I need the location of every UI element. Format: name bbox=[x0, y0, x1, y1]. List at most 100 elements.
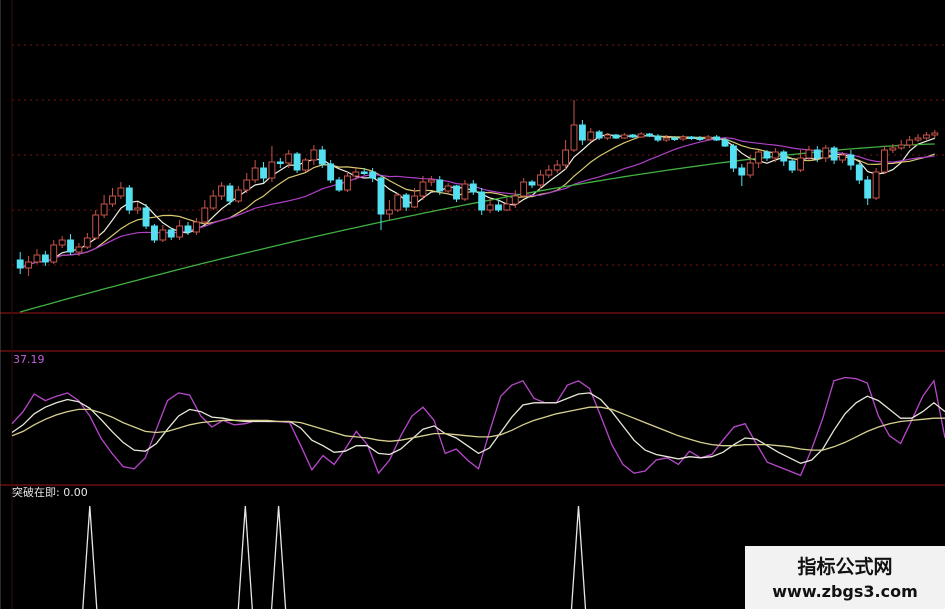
candle-down bbox=[612, 134, 620, 139]
breakout-spike bbox=[570, 505, 587, 609]
candle-down bbox=[696, 137, 704, 140]
candle-down bbox=[151, 225, 158, 241]
candle-down bbox=[788, 160, 796, 171]
oscillator-line-3 bbox=[11, 406, 945, 451]
candle-down bbox=[713, 136, 721, 141]
candle-down bbox=[688, 136, 695, 139]
candle-up bbox=[520, 181, 528, 197]
candle-up bbox=[637, 133, 645, 138]
candle-up bbox=[797, 157, 804, 171]
breakout-spike bbox=[82, 505, 98, 609]
candle-up bbox=[134, 207, 142, 211]
candle-down bbox=[293, 153, 301, 171]
candle-up bbox=[679, 136, 687, 140]
candle-down bbox=[402, 194, 410, 208]
candle-down bbox=[16, 259, 24, 269]
candle-up bbox=[486, 204, 494, 211]
candle-up bbox=[771, 151, 779, 159]
candle-down bbox=[369, 171, 377, 179]
candle-down bbox=[855, 164, 863, 181]
candle-up bbox=[427, 179, 435, 183]
candle-up bbox=[897, 144, 905, 149]
candle-down bbox=[125, 187, 133, 211]
candle-up bbox=[109, 195, 116, 205]
candle-down bbox=[578, 124, 586, 141]
candle-down bbox=[763, 151, 771, 159]
candle-up bbox=[100, 203, 108, 216]
candle-up bbox=[461, 183, 469, 200]
candle-up bbox=[662, 137, 670, 141]
chart-stage: 37.19 突破在即: 0.00 指标公式网 www.zbgs3.com bbox=[0, 0, 945, 609]
oscillator-line-2 bbox=[11, 392, 945, 464]
watermark-title: 指标公式网 bbox=[797, 556, 893, 578]
candle-down bbox=[360, 171, 368, 174]
candle-down bbox=[629, 134, 637, 138]
candle-down bbox=[436, 179, 444, 192]
candle-up bbox=[394, 194, 402, 211]
candle-up bbox=[285, 153, 293, 164]
candle-down bbox=[167, 229, 175, 238]
candle-up bbox=[704, 136, 712, 140]
candle-down bbox=[813, 149, 821, 159]
candle-down bbox=[276, 161, 284, 164]
candle-down bbox=[469, 183, 477, 193]
candle-up bbox=[881, 149, 888, 173]
candle-up bbox=[570, 124, 578, 151]
candle-up bbox=[243, 179, 251, 191]
candle-down bbox=[729, 145, 737, 169]
candle-up bbox=[545, 169, 553, 176]
candle-up bbox=[117, 187, 125, 197]
oscillator-value-label: 37.19 bbox=[13, 353, 45, 366]
candle-up bbox=[92, 214, 100, 239]
candle-up bbox=[83, 237, 91, 248]
candle-down bbox=[528, 181, 536, 186]
candle-up bbox=[805, 149, 813, 159]
candle-up bbox=[25, 261, 33, 269]
candle-up bbox=[176, 225, 184, 238]
candle-down bbox=[721, 139, 729, 147]
candle-down bbox=[830, 147, 838, 161]
watermark-url: www.zbgs3.com bbox=[772, 582, 918, 601]
candle-up bbox=[302, 159, 309, 171]
candle-down bbox=[495, 204, 502, 211]
candle-down bbox=[847, 154, 855, 166]
candle-up bbox=[755, 151, 763, 164]
candle-up bbox=[192, 221, 200, 233]
candle-up bbox=[872, 171, 880, 199]
candle-up bbox=[839, 154, 846, 161]
breakout-spike bbox=[270, 505, 287, 609]
candle-down bbox=[226, 185, 234, 202]
candle-down bbox=[654, 135, 662, 141]
candle-up bbox=[444, 185, 452, 192]
candle-down bbox=[780, 151, 788, 162]
candle-up bbox=[310, 149, 318, 161]
candle-down bbox=[41, 254, 49, 263]
candle-down bbox=[67, 239, 74, 253]
candle-down bbox=[478, 191, 486, 211]
candle-up bbox=[889, 147, 897, 151]
candle-up bbox=[562, 149, 570, 166]
candle-up bbox=[58, 239, 66, 246]
candle-up bbox=[209, 195, 217, 209]
candle-up bbox=[587, 131, 595, 141]
candle-up bbox=[411, 195, 419, 208]
candle-down bbox=[318, 149, 326, 165]
candle-up bbox=[33, 254, 41, 263]
candle-up bbox=[503, 203, 511, 211]
candle-down bbox=[738, 167, 746, 176]
candle-up bbox=[344, 175, 351, 191]
candle-up bbox=[922, 134, 930, 139]
breakout-indicator-label: 突破在即: 0.00 bbox=[12, 486, 88, 499]
candle-up bbox=[931, 132, 939, 136]
candle-up bbox=[50, 244, 58, 263]
candle-up bbox=[419, 181, 427, 197]
watermark-badge: 指标公式网 www.zbgs3.com bbox=[745, 546, 945, 609]
candle-down bbox=[595, 131, 603, 139]
chart-canvas bbox=[0, 0, 945, 609]
candle-up bbox=[75, 246, 83, 253]
candle-up bbox=[201, 207, 209, 223]
candle-up bbox=[159, 229, 167, 241]
candle-up bbox=[268, 161, 276, 179]
candle-down bbox=[671, 137, 679, 140]
candle-up bbox=[218, 185, 226, 197]
